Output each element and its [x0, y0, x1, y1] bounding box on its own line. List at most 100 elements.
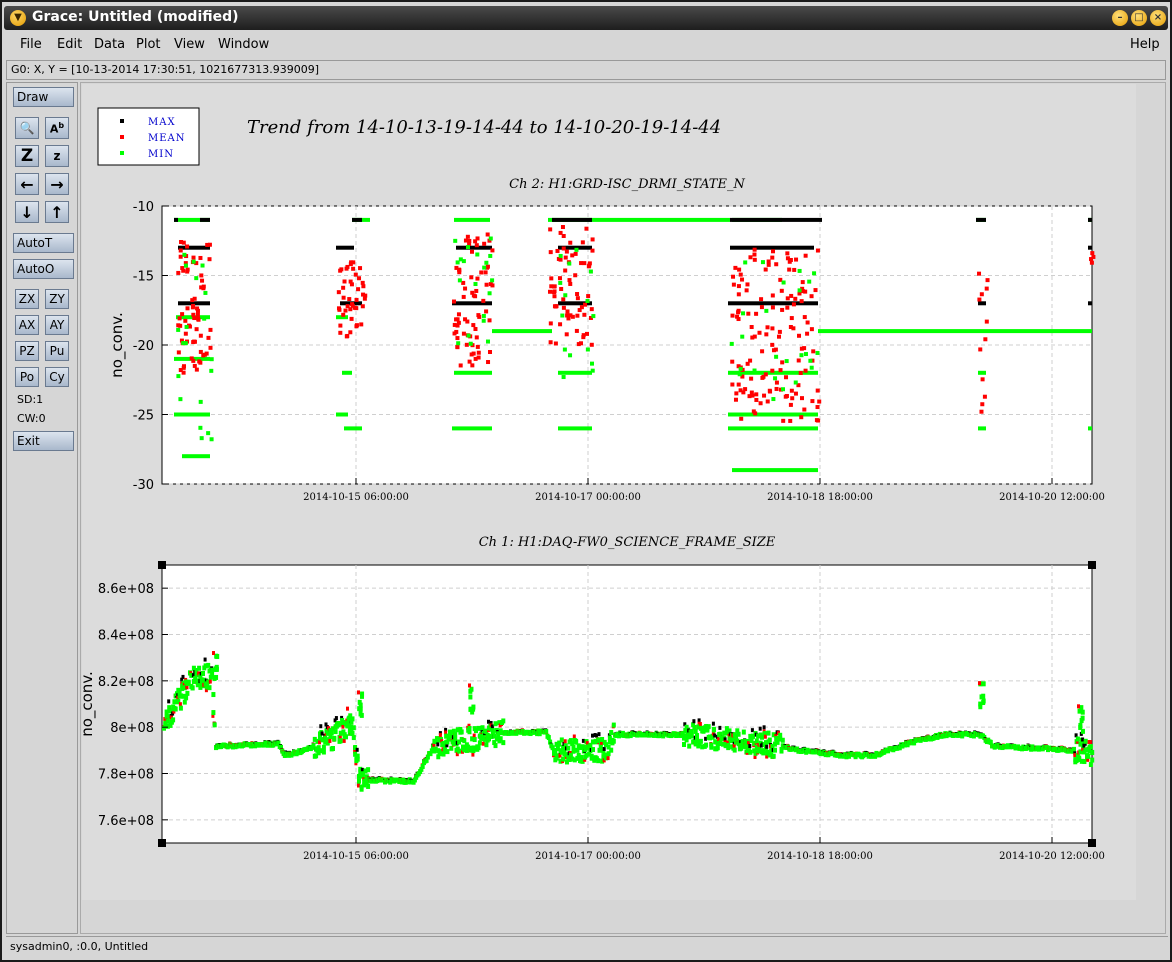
- data-segment: [336, 412, 348, 417]
- data-point: [752, 257, 757, 262]
- top-x-tick-label: 2014-10-15 06:00:00: [303, 492, 409, 503]
- data-point: [794, 257, 799, 262]
- data-point: [341, 312, 346, 317]
- selection-handle[interactable]: [158, 561, 166, 569]
- data-point: [481, 741, 485, 746]
- data-point: [799, 396, 804, 401]
- data-point: [348, 713, 353, 719]
- cy-button[interactable]: Cy: [45, 367, 69, 387]
- data-point: [568, 240, 573, 245]
- data-point: [463, 286, 468, 291]
- maximize-icon[interactable]: □: [1131, 10, 1147, 26]
- data-point: [764, 332, 769, 337]
- data-point: [563, 268, 568, 273]
- data-point: [791, 302, 796, 307]
- zoom-out-button[interactable]: z: [45, 145, 69, 167]
- ay-button[interactable]: AY: [45, 315, 69, 335]
- data-point: [320, 731, 324, 736]
- data-segment: [558, 370, 592, 375]
- text-tool-button[interactable]: Ab: [45, 117, 69, 139]
- menu-data[interactable]: Data: [94, 37, 125, 52]
- data-point: [1086, 753, 1091, 759]
- pz-button[interactable]: PZ: [15, 341, 39, 361]
- scroll-left-button[interactable]: ←: [15, 173, 39, 195]
- bottom-plot-frame[interactable]: [161, 564, 1093, 844]
- data-point: [328, 738, 332, 743]
- data-point: [730, 313, 735, 318]
- scroll-right-button[interactable]: →: [45, 173, 69, 195]
- data-point: [553, 304, 558, 309]
- data-point: [185, 306, 190, 311]
- zoom-tool-button[interactable]: 🔍: [15, 117, 39, 139]
- selection-handle[interactable]: [1088, 839, 1096, 847]
- data-segment: [352, 217, 362, 222]
- data-point: [474, 243, 479, 248]
- menu-help[interactable]: Help: [1130, 37, 1160, 52]
- data-point: [978, 701, 983, 707]
- data-point: [318, 740, 321, 745]
- menu-view[interactable]: View: [174, 37, 205, 52]
- legend-mean-label: MEAN: [148, 133, 186, 144]
- data-point: [485, 339, 490, 344]
- data-point: [732, 747, 737, 753]
- menu-window[interactable]: Window: [218, 37, 269, 52]
- ax-button[interactable]: AX: [15, 315, 39, 335]
- data-point: [349, 316, 354, 321]
- data-point: [758, 401, 763, 406]
- data-point: [458, 363, 463, 368]
- scroll-down-button[interactable]: ↓: [15, 201, 39, 223]
- data-point: [759, 305, 764, 310]
- data-point: [455, 260, 460, 265]
- data-point: [212, 675, 217, 681]
- data-point: [811, 349, 816, 354]
- zy-button[interactable]: ZY: [45, 289, 69, 309]
- draw-button[interactable]: Draw: [13, 87, 74, 107]
- data-point: [167, 699, 171, 704]
- data-point: [736, 382, 741, 387]
- data-point: [752, 247, 757, 252]
- app-menu-icon[interactable]: ▼: [10, 10, 26, 26]
- data-point: [803, 352, 808, 357]
- plot-canvas[interactable]: MAX MEAN MIN Trend from 14-10-13-19-14-4…: [82, 84, 1136, 900]
- data-point: [202, 316, 207, 321]
- menu-plot[interactable]: Plot: [136, 37, 161, 52]
- top-y-tick-label: -10: [133, 200, 154, 215]
- menu-edit[interactable]: Edit: [57, 37, 82, 52]
- exit-button[interactable]: Exit: [13, 431, 74, 451]
- data-point: [780, 737, 785, 743]
- data-point: [342, 738, 346, 743]
- autot-button[interactable]: AutoT: [13, 233, 74, 253]
- zx-button[interactable]: ZX: [15, 289, 39, 309]
- data-point: [706, 724, 711, 730]
- data-point: [501, 718, 506, 724]
- data-point: [738, 272, 743, 277]
- data-point: [359, 786, 364, 792]
- scroll-up-button[interactable]: ↑: [45, 201, 69, 223]
- data-point: [597, 732, 601, 737]
- data-point: [336, 306, 341, 311]
- data-segment: [342, 370, 352, 375]
- data-point: [466, 333, 471, 338]
- data-point: [817, 399, 822, 404]
- title-bar[interactable]: ▼ Grace: Untitled (modified) – □ ×: [4, 6, 1168, 30]
- menu-file[interactable]: File: [20, 37, 42, 52]
- data-point: [744, 288, 749, 293]
- po-button[interactable]: Po: [15, 367, 39, 387]
- data-point: [353, 272, 358, 277]
- selection-handle[interactable]: [158, 839, 166, 847]
- autoo-button[interactable]: AutoO: [13, 259, 74, 279]
- magnifier-icon: 🔍: [19, 121, 35, 135]
- plot-svg[interactable]: MAX MEAN MIN Trend from 14-10-13-19-14-4…: [82, 84, 1136, 900]
- data-point: [789, 316, 794, 321]
- pu-button[interactable]: Pu: [45, 341, 69, 361]
- data-point: [784, 375, 789, 380]
- data-point: [456, 320, 461, 325]
- bottom-x-tick-label: 2014-10-20 12:00:00: [999, 851, 1105, 862]
- selection-handle[interactable]: [1088, 561, 1096, 569]
- zoom-in-button[interactable]: Z: [15, 145, 39, 167]
- data-point: [198, 425, 203, 430]
- data-point: [773, 747, 777, 753]
- close-icon[interactable]: ×: [1150, 10, 1166, 26]
- minimize-icon[interactable]: –: [1112, 10, 1128, 26]
- bottom-y-tick-label: 8.2e+08: [98, 675, 154, 690]
